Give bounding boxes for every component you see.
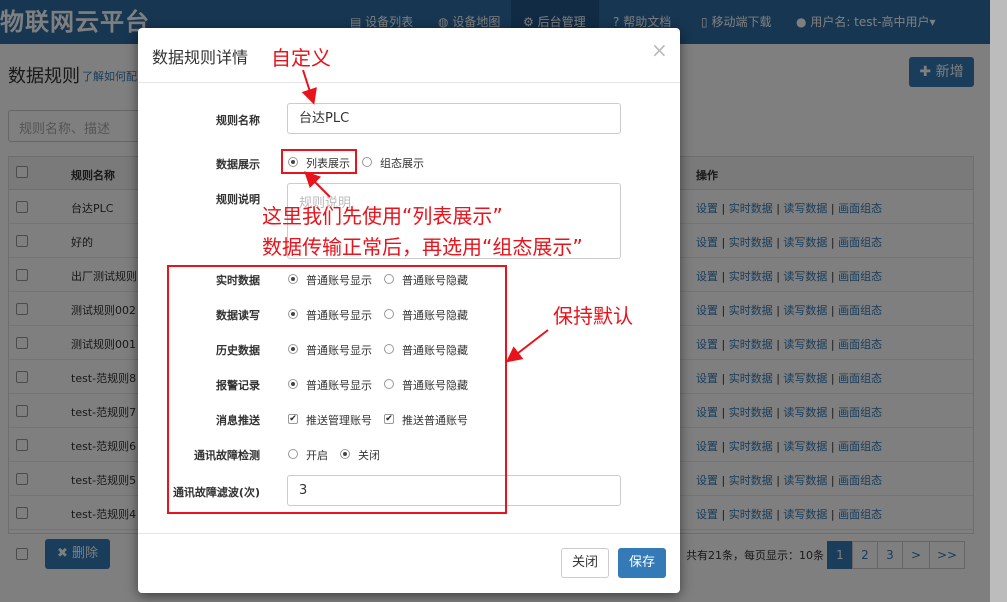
annotation-arrows [301,69,549,363]
arrow-to-name [301,69,317,105]
arrow-to-display [304,171,331,198]
arrow-to-settings [505,329,549,363]
